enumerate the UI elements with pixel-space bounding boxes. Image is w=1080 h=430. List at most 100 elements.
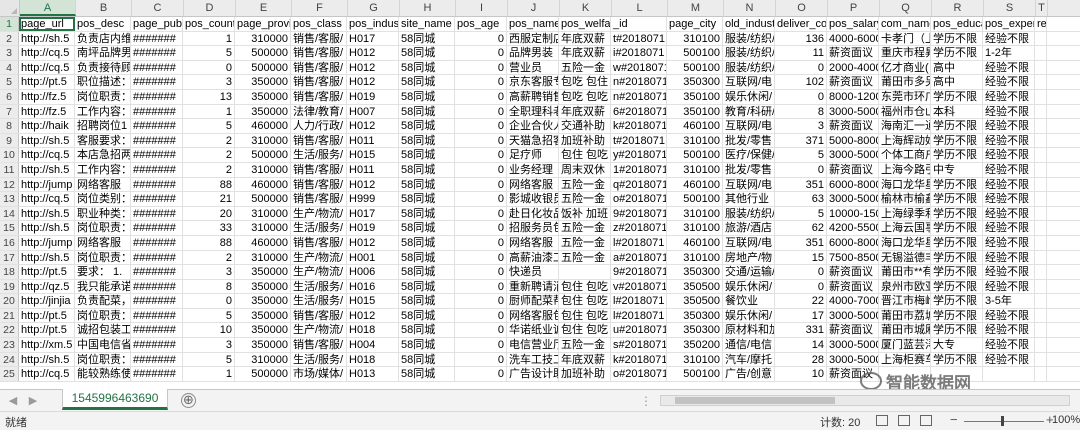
cell[interactable]: 莆田市多另 bbox=[879, 75, 931, 89]
cell[interactable]: 无锡溢德丰 bbox=[879, 250, 931, 265]
column-header-d[interactable]: D bbox=[184, 0, 236, 16]
cell[interactable]: 310000 bbox=[235, 352, 291, 367]
cell[interactable]: 350500 bbox=[667, 279, 723, 294]
cell[interactable]: 生产/物流/ bbox=[291, 265, 347, 279]
cell[interactable]: 0 bbox=[455, 265, 507, 279]
cell[interactable]: 0 bbox=[455, 119, 507, 133]
cell[interactable]: H004 bbox=[347, 338, 399, 352]
cell[interactable]: 负责配菜， bbox=[75, 294, 131, 308]
cell[interactable]: 加班补助 bbox=[559, 367, 611, 381]
column-header-n[interactable]: N bbox=[724, 0, 776, 16]
zoom-level[interactable]: 100% bbox=[1052, 414, 1080, 426]
cell[interactable]: 350100 bbox=[667, 89, 723, 104]
cell[interactable]: 销售/客服/ bbox=[291, 133, 347, 148]
cell[interactable]: 0 bbox=[455, 308, 507, 323]
cell[interactable]: 上海柜赛车 bbox=[879, 352, 931, 367]
cell[interactable]: H016 bbox=[347, 279, 399, 294]
cell[interactable]: ####### bbox=[131, 279, 183, 294]
cell[interactable]: t#2018071 bbox=[611, 31, 667, 46]
cell[interactable]: 0 bbox=[455, 75, 507, 89]
cell[interactable]: 5 bbox=[183, 308, 235, 323]
add-sheet-icon[interactable]: ⊕ bbox=[181, 393, 196, 408]
cell[interactable]: ####### bbox=[131, 323, 183, 338]
cell[interactable]: 年底双薪 bbox=[559, 352, 611, 367]
cell[interactable]: 学历不限 bbox=[931, 206, 983, 221]
cell[interactable]: 1#2018071 bbox=[611, 162, 667, 177]
cell[interactable]: s#2018071 bbox=[611, 338, 667, 352]
row-header[interactable]: 7 bbox=[0, 104, 19, 119]
row-header[interactable]: 10 bbox=[0, 148, 19, 162]
cell[interactable]: 0 bbox=[455, 206, 507, 221]
cell[interactable]: 娱乐休闲/ bbox=[723, 279, 775, 294]
cell[interactable]: 0 bbox=[455, 46, 507, 60]
page-layout-view-icon[interactable] bbox=[898, 415, 910, 426]
cell[interactable]: 高薪油漆工 bbox=[507, 250, 559, 265]
cell[interactable]: 经验不限 bbox=[983, 162, 1035, 177]
row-header[interactable]: 21 bbox=[0, 308, 19, 323]
cell[interactable]: 58同城 bbox=[399, 221, 455, 235]
column-header-p[interactable]: P bbox=[828, 0, 880, 16]
cell[interactable]: 网络客服 bbox=[75, 235, 131, 250]
cell[interactable]: 能较熟练使 bbox=[75, 367, 131, 381]
cell[interactable]: 58同城 bbox=[399, 119, 455, 133]
row-header[interactable]: 3 bbox=[0, 46, 19, 60]
cell[interactable]: w#2018071 bbox=[611, 60, 667, 75]
row-header[interactable]: 16 bbox=[0, 235, 19, 250]
cell[interactable]: deliver_cou bbox=[775, 17, 827, 31]
cell[interactable]: 15 bbox=[775, 250, 827, 265]
cell[interactable]: 学历不限 bbox=[931, 46, 983, 60]
cell[interactable]: 榆林市榆鑫 bbox=[879, 192, 931, 206]
cell[interactable]: 学历不限 bbox=[931, 133, 983, 148]
cell[interactable]: 生活/服务/ bbox=[291, 221, 347, 235]
cell[interactable]: 58同城 bbox=[399, 177, 455, 192]
cell[interactable]: 0 bbox=[455, 177, 507, 192]
cell[interactable]: 学历不限 bbox=[931, 294, 983, 308]
cell[interactable]: 58同城 bbox=[399, 235, 455, 250]
cell[interactable]: 6000-8000 bbox=[827, 235, 879, 250]
row-header[interactable]: 1 bbox=[0, 17, 19, 31]
cell[interactable]: 0 bbox=[455, 367, 507, 381]
cell[interactable] bbox=[1035, 148, 1047, 162]
cell[interactable]: 学历不限 bbox=[931, 308, 983, 323]
cell[interactable]: 58同城 bbox=[399, 148, 455, 162]
cell[interactable]: 58同城 bbox=[399, 192, 455, 206]
page-break-view-icon[interactable] bbox=[920, 415, 932, 426]
cell[interactable]: ####### bbox=[131, 206, 183, 221]
cell[interactable]: 其他行业 bbox=[723, 192, 775, 206]
cell[interactable]: 0 bbox=[775, 60, 827, 75]
cell[interactable]: http://fz.5 bbox=[19, 104, 75, 119]
cell[interactable]: 351 bbox=[775, 177, 827, 192]
cell[interactable]: 岗位职责： bbox=[75, 352, 131, 367]
cell[interactable]: 工作内容： bbox=[75, 162, 131, 177]
cell[interactable] bbox=[1035, 31, 1047, 46]
column-header-e[interactable]: E bbox=[236, 0, 292, 16]
cell[interactable]: ####### bbox=[131, 75, 183, 89]
cell[interactable]: site_name bbox=[399, 17, 455, 31]
cell[interactable]: ####### bbox=[131, 60, 183, 75]
cell[interactable]: 学历不限 bbox=[931, 279, 983, 294]
cell[interactable]: 福州市仓山 bbox=[879, 104, 931, 119]
cell[interactable]: H012 bbox=[347, 308, 399, 323]
cell[interactable]: com_name bbox=[879, 17, 931, 31]
cell[interactable]: 0 bbox=[455, 31, 507, 46]
cell[interactable]: 包住 包吃 bbox=[559, 148, 611, 162]
cell[interactable]: 学历不限 bbox=[931, 89, 983, 104]
cell[interactable]: 10000-150 bbox=[827, 206, 879, 221]
cell[interactable]: ####### bbox=[131, 89, 183, 104]
cell[interactable]: 包住 包吃 bbox=[559, 308, 611, 323]
cell[interactable]: 58同城 bbox=[399, 31, 455, 46]
cell[interactable]: 0 bbox=[455, 250, 507, 265]
cell[interactable]: 华诺纸业诚 bbox=[507, 323, 559, 338]
cell[interactable]: 350300 bbox=[667, 75, 723, 89]
cell[interactable]: http://fz.5 bbox=[19, 89, 75, 104]
cell[interactable]: 学历不限 bbox=[931, 31, 983, 46]
cell[interactable]: n#2018071 bbox=[611, 89, 667, 104]
cell[interactable]: z#2018071 bbox=[611, 221, 667, 235]
cell[interactable]: 371 bbox=[775, 133, 827, 148]
cell[interactable]: 广告设计助 bbox=[507, 367, 559, 381]
cell[interactable]: http://sh.5 bbox=[19, 352, 75, 367]
cell[interactable]: l#2018071 bbox=[611, 294, 667, 308]
prev-sheet-icon[interactable]: ◀ bbox=[6, 394, 20, 408]
cell[interactable] bbox=[1035, 294, 1047, 308]
column-header-c[interactable]: C bbox=[132, 0, 184, 16]
